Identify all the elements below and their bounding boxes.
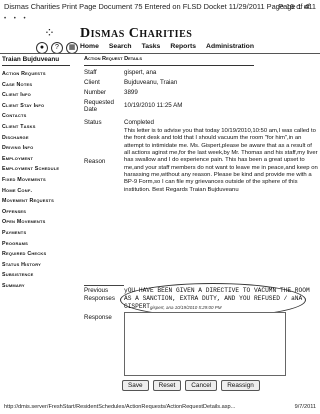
logo-icon: ⁘ bbox=[44, 25, 55, 40]
nav-divider bbox=[0, 53, 320, 54]
sidebar-item-offenses[interactable]: Offenses bbox=[2, 207, 74, 218]
response-label: Response bbox=[84, 314, 112, 321]
client-divider bbox=[2, 65, 70, 66]
requested-date-value: 10/19/2010 11:25 AM bbox=[124, 102, 183, 109]
button-row: Save Reset Cancel Reassign bbox=[122, 380, 260, 391]
sidebar-item-required-checks[interactable]: Required Checks bbox=[2, 249, 74, 260]
status-label: Status bbox=[84, 119, 102, 126]
footer-url: http://dmis.server/FreshStart/ResidentSc… bbox=[4, 404, 236, 410]
sidebar-item-payments[interactable]: Payments bbox=[2, 228, 74, 239]
sidebar-item-client-tasks[interactable]: Client Tasks bbox=[2, 122, 74, 133]
client-value: Bujduveanu, Traian bbox=[124, 79, 178, 86]
section-divider bbox=[84, 65, 254, 66]
sidebar-item-driving-info[interactable]: Driving Info bbox=[2, 143, 74, 154]
cancel-button[interactable]: Cancel bbox=[185, 380, 218, 391]
section-title: Action Request Details bbox=[84, 56, 143, 62]
save-button[interactable]: Save bbox=[122, 380, 149, 391]
nav-home[interactable]: Home bbox=[80, 43, 99, 50]
reset-button[interactable]: Reset bbox=[152, 380, 182, 391]
date-label: Date bbox=[84, 106, 98, 113]
page-number: Page 1 of 1 bbox=[278, 2, 316, 11]
nav-reports[interactable]: Reports bbox=[170, 43, 196, 50]
response-textarea[interactable] bbox=[124, 312, 286, 376]
top-nav: Home Search Tasks Reports Administration bbox=[80, 43, 254, 50]
sidebar-item-employment[interactable]: Employment bbox=[2, 154, 74, 165]
number-label: Number bbox=[84, 89, 107, 96]
sidebar-item-fixed-movements[interactable]: Fixed Movements bbox=[2, 175, 74, 186]
footer-date: 9/7/2011 bbox=[294, 404, 316, 410]
reason-label: Reason bbox=[84, 158, 106, 165]
sidebar-item-case-notes[interactable]: Case Notes bbox=[2, 80, 74, 91]
sidebar-item-status-history[interactable]: Status History bbox=[2, 260, 74, 271]
sidebar-item-discharge[interactable]: Discharge bbox=[2, 133, 74, 144]
previous-label: Previous bbox=[84, 287, 109, 294]
sidebar-item-home-conf[interactable]: Home Conf. bbox=[2, 186, 74, 197]
status-value: Completed bbox=[124, 119, 154, 126]
sidebar-item-employment-schedule[interactable]: Employment Schedule bbox=[2, 164, 74, 175]
client-name: Traian Bujduveanu bbox=[2, 56, 60, 63]
sidebar-item-contacts[interactable]: Contacts bbox=[2, 111, 74, 122]
previous-response-meta: gispert, ana 10/19/2010 5:29:00 PM bbox=[150, 305, 222, 310]
sidebar-item-action-requests[interactable]: Action Requests bbox=[2, 69, 74, 80]
sidebar-item-summary[interactable]: Summary bbox=[2, 281, 74, 292]
sidebar-item-subsistence[interactable]: Subsistence bbox=[2, 270, 74, 281]
requested-label: Requested bbox=[84, 99, 114, 106]
nav-tasks[interactable]: Tasks bbox=[142, 43, 161, 50]
staff-label: Staff bbox=[84, 69, 97, 76]
sidebar: Action Requests Case Notes Client Info C… bbox=[2, 69, 74, 291]
staff-value: gispert, ana bbox=[124, 69, 157, 76]
sidebar-item-programs[interactable]: Programs bbox=[2, 239, 74, 250]
number-value: 3899 bbox=[124, 89, 138, 96]
court-header: Dismas Charities Print Page Document 75 … bbox=[4, 2, 313, 11]
sidebar-item-client-info[interactable]: Client Info bbox=[2, 90, 74, 101]
brand-title: Dismas Charities bbox=[80, 26, 193, 41]
nav-administration[interactable]: Administration bbox=[206, 43, 254, 50]
client-label: Client bbox=[84, 79, 100, 86]
previous-divider bbox=[84, 285, 124, 286]
sidebar-item-client-stay-info[interactable]: Client Stay Info bbox=[2, 101, 74, 112]
nav-search[interactable]: Search bbox=[109, 43, 132, 50]
sidebar-item-open-movements[interactable]: Open Movements bbox=[2, 217, 74, 228]
reason-text: This letter is to advise you that today … bbox=[124, 128, 318, 193]
decorative-dots: • • • bbox=[4, 16, 29, 22]
responses-label: Responses bbox=[84, 295, 115, 302]
sidebar-item-movement-requests[interactable]: Movement Requests bbox=[2, 196, 74, 207]
reassign-button[interactable]: Reassign bbox=[221, 380, 260, 391]
